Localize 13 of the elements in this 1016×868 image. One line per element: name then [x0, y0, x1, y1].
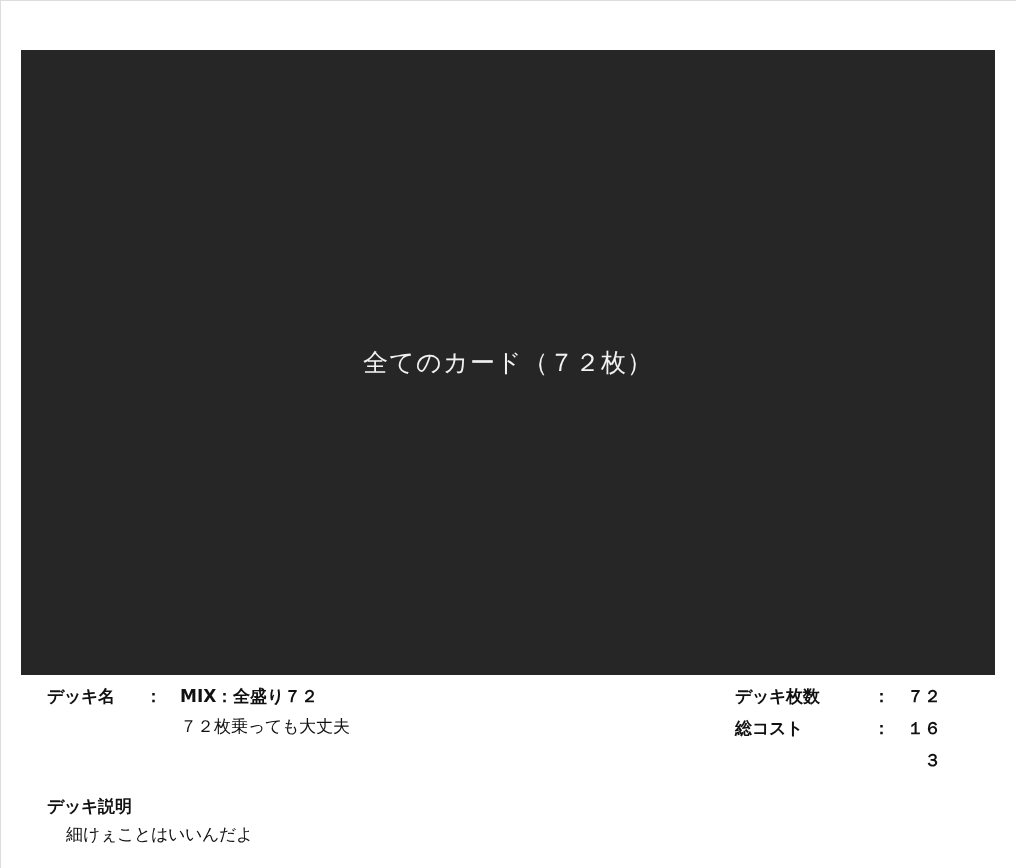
deck-name: MIX：全盛り７２ — [180, 685, 319, 708]
description-text: 細けぇことはいいんだよ — [66, 824, 253, 844]
panel-title: 全てのカード（７２枚） — [363, 347, 653, 379]
deck-name-label: デッキ名 — [47, 685, 116, 708]
description-label: デッキ説明 — [47, 795, 133, 818]
separator: ： — [873, 685, 891, 708]
deck-subtitle: ７２枚乗っても大丈夫 — [180, 716, 350, 736]
stat-value: １６３ — [906, 717, 941, 772]
stat-label: 総コスト — [735, 717, 804, 740]
stat-label: デッキ枚数 — [735, 685, 821, 708]
separator: ： — [873, 717, 891, 740]
separator: ： — [145, 685, 163, 708]
stat-value: ７２ — [906, 685, 941, 708]
